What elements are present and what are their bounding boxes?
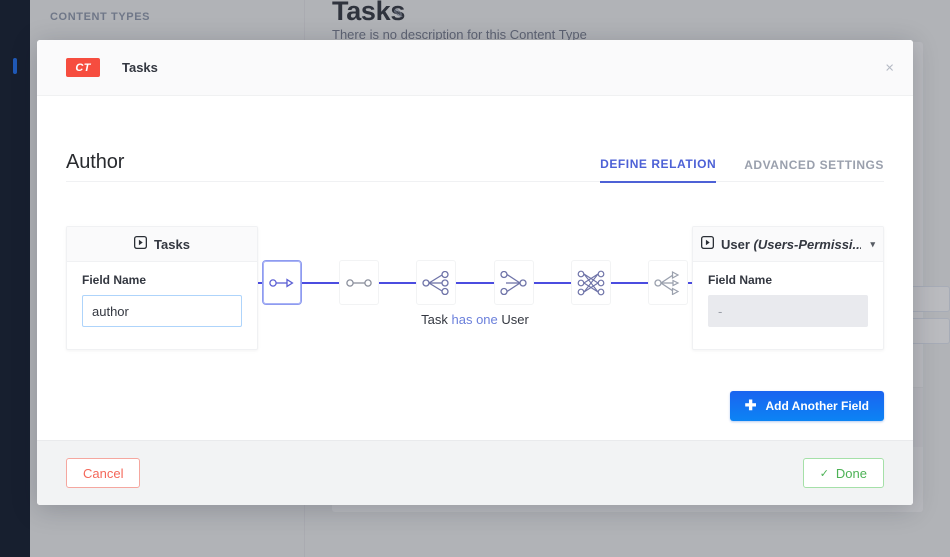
target-card-header[interactable]: User (Users-Permissi... ▾ xyxy=(693,227,883,262)
check-icon: ✓ xyxy=(820,467,829,480)
target-content-type-card: User (Users-Permissi... ▾ Field Name xyxy=(692,226,884,350)
relation-type-belongs-to-many[interactable] xyxy=(416,260,456,305)
relation-caption-object: User xyxy=(501,312,528,327)
target-field-label: Field Name xyxy=(708,273,868,287)
relation-type-one-way[interactable] xyxy=(648,260,688,305)
relation-caption: Task has one User xyxy=(66,312,884,327)
done-button[interactable]: ✓ Done xyxy=(803,458,884,488)
relation-type-picker xyxy=(262,260,688,305)
page-title: Author xyxy=(66,151,124,174)
modal-tabs: DEFINE RELATION ADVANCED SETTINGS xyxy=(600,157,884,173)
chevron-down-icon[interactable]: ▾ xyxy=(870,239,875,250)
source-card-header: Tasks xyxy=(67,227,257,262)
relation-modal: CT Tasks × Author DEFINE RELATION ADVANC… xyxy=(37,40,913,505)
modal-title: Tasks xyxy=(122,60,158,75)
modal-footer: Cancel ✓ Done xyxy=(37,440,913,505)
source-field-label: Field Name xyxy=(82,273,242,287)
source-card-body: Field Name xyxy=(67,262,257,349)
plus-icon: ✚ xyxy=(745,398,757,412)
add-field-row: ✚ Add Another Field xyxy=(730,391,884,421)
source-content-type-card: Tasks Field Name xyxy=(66,226,258,350)
modal-header: CT Tasks × xyxy=(37,40,913,96)
close-icon[interactable]: × xyxy=(885,60,894,75)
relation-caption-subject: Task xyxy=(421,312,448,327)
relation-caption-verb: has one xyxy=(452,312,498,327)
relation-builder: Tasks Field Name User (Users-Perm xyxy=(66,226,884,366)
content-type-icon xyxy=(701,236,714,252)
relation-type-has-many[interactable] xyxy=(339,260,379,305)
content-type-icon xyxy=(134,236,147,252)
tab-define-relation[interactable]: DEFINE RELATION xyxy=(600,157,716,183)
relation-type-has-one[interactable] xyxy=(262,260,302,305)
target-card-name: User (Users-Permissi... xyxy=(721,237,861,252)
cancel-button[interactable]: Cancel xyxy=(66,458,140,488)
target-card-body: Field Name xyxy=(693,262,883,349)
add-another-field-button[interactable]: ✚ Add Another Field xyxy=(730,391,884,421)
tab-advanced-settings[interactable]: ADVANCED SETTINGS xyxy=(744,158,884,182)
content-type-badge: CT xyxy=(66,58,100,77)
relation-type-has-and-belongs-to-many[interactable] xyxy=(571,260,611,305)
relation-header-row: Author DEFINE RELATION ADVANCED SETTINGS xyxy=(66,96,884,182)
relation-type-has-and-belongs-to-one[interactable] xyxy=(494,260,534,305)
source-card-name: Tasks xyxy=(154,237,190,252)
add-another-field-label: Add Another Field xyxy=(765,399,869,413)
done-button-label: Done xyxy=(836,466,867,481)
modal-body: Author DEFINE RELATION ADVANCED SETTINGS xyxy=(37,96,913,440)
